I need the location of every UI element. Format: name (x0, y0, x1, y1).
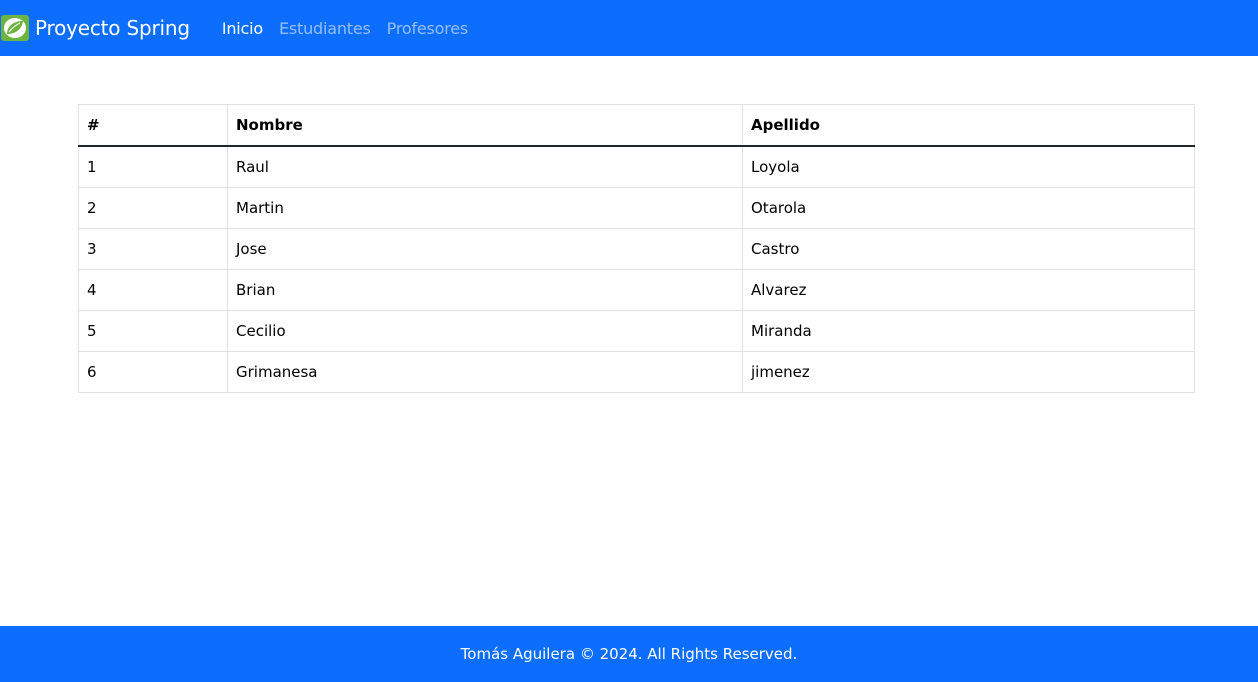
cell-number: 5 (78, 310, 228, 352)
navbar: Proyecto Spring Inicio Estudiantes Profe… (0, 0, 1258, 56)
cell-number: 1 (78, 145, 228, 188)
table-row: 6 Grimanesa jimenez (78, 351, 1195, 393)
brand-link[interactable]: Proyecto Spring (1, 15, 190, 41)
table-header-row: # Nombre Apellido (78, 104, 1195, 147)
students-table: # Nombre Apellido 1 Raul Loyola 2 Martin… (78, 104, 1195, 393)
footer-copyright: Tomás Aguilera © 2024. All Rights Reserv… (460, 645, 798, 663)
column-header-number: # (78, 104, 228, 147)
cell-number: 2 (78, 187, 228, 229)
cell-apellido: Castro (742, 228, 1195, 270)
cell-apellido: Miranda (742, 310, 1195, 352)
cell-apellido: jimenez (742, 351, 1195, 393)
cell-number: 4 (78, 269, 228, 311)
cell-nombre: Brian (227, 269, 743, 311)
brand-title: Proyecto Spring (35, 16, 190, 40)
nav-link-profesores[interactable]: Profesores (379, 19, 476, 38)
cell-apellido: Otarola (742, 187, 1195, 229)
nav-link-inicio[interactable]: Inicio (214, 19, 271, 38)
table-row: 4 Brian Alvarez (78, 269, 1195, 311)
column-header-nombre: Nombre (227, 104, 743, 147)
cell-nombre: Raul (227, 145, 743, 188)
cell-apellido: Alvarez (742, 269, 1195, 311)
nav-link-estudiantes[interactable]: Estudiantes (271, 19, 379, 38)
column-header-apellido: Apellido (742, 104, 1195, 147)
table-row: 2 Martin Otarola (78, 187, 1195, 229)
table-row: 5 Cecilio Miranda (78, 310, 1195, 352)
cell-number: 6 (78, 351, 228, 393)
table-row: 3 Jose Castro (78, 228, 1195, 270)
cell-nombre: Grimanesa (227, 351, 743, 393)
cell-nombre: Jose (227, 228, 743, 270)
nav-links: Inicio Estudiantes Profesores (214, 19, 476, 38)
cell-apellido: Loyola (742, 145, 1195, 188)
footer: Tomás Aguilera © 2024. All Rights Reserv… (0, 626, 1258, 682)
cell-nombre: Cecilio (227, 310, 743, 352)
cell-nombre: Martin (227, 187, 743, 229)
cell-number: 3 (78, 228, 228, 270)
spring-leaf-icon (1, 15, 29, 41)
table-row: 1 Raul Loyola (78, 145, 1195, 188)
students-table-container: # Nombre Apellido 1 Raul Loyola 2 Martin… (78, 104, 1195, 393)
